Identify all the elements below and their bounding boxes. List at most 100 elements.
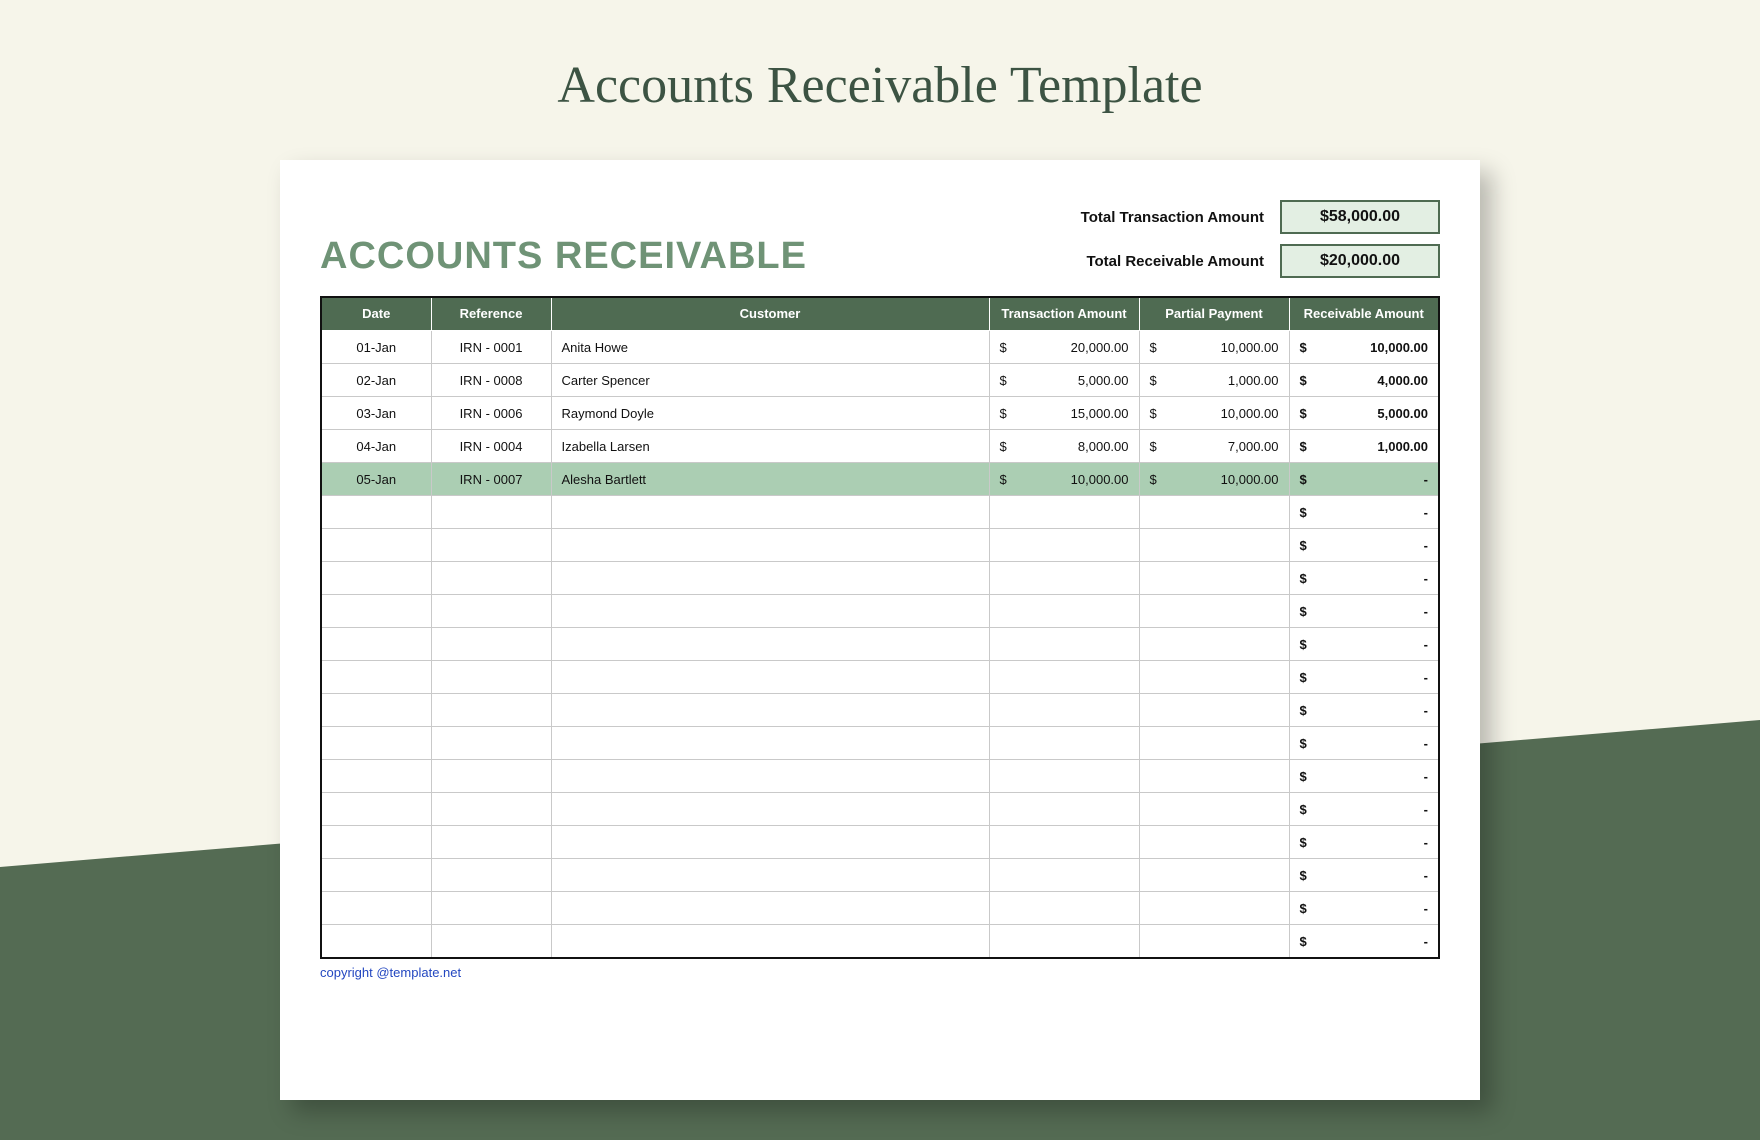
table-row-empty: $-	[321, 694, 1439, 727]
col-partial: Partial Payment	[1139, 297, 1289, 331]
col-transaction: Transaction Amount	[989, 297, 1139, 331]
money-cell: $-	[1289, 694, 1439, 727]
money-cell: $10,000.00	[1139, 331, 1289, 364]
table-row: 04-JanIRN - 0004Izabella Larsen$8,000.00…	[321, 430, 1439, 463]
document-title: ACCOUNTS RECEIVABLE	[320, 235, 1024, 278]
money-cell: $10,000.00	[1139, 463, 1289, 496]
money-cell: $5,000.00	[1289, 397, 1439, 430]
empty-cell	[321, 859, 431, 892]
empty-cell	[551, 694, 989, 727]
table-row-empty: $-	[321, 925, 1439, 958]
money-cell: $10,000.00	[1139, 397, 1289, 430]
table-row: 02-JanIRN - 0008Carter Spencer$5,000.00$…	[321, 364, 1439, 397]
money-cell: $-	[1289, 628, 1439, 661]
money-cell	[1139, 529, 1289, 562]
empty-cell	[431, 793, 551, 826]
empty-cell	[321, 496, 431, 529]
empty-cell	[321, 595, 431, 628]
money-cell	[1139, 760, 1289, 793]
empty-cell	[551, 859, 989, 892]
table-row-empty: $-	[321, 529, 1439, 562]
cell-date: 04-Jan	[321, 430, 431, 463]
money-cell: $4,000.00	[1289, 364, 1439, 397]
money-cell: $20,000.00	[989, 331, 1139, 364]
money-cell	[989, 628, 1139, 661]
table-row-empty: $-	[321, 595, 1439, 628]
header: ACCOUNTS RECEIVABLE Total Transaction Am…	[320, 200, 1440, 278]
empty-cell	[321, 529, 431, 562]
money-cell	[1139, 628, 1289, 661]
cell-date: 03-Jan	[321, 397, 431, 430]
empty-cell	[431, 826, 551, 859]
money-cell	[1139, 892, 1289, 925]
empty-cell	[551, 760, 989, 793]
money-cell	[989, 760, 1139, 793]
money-cell	[1139, 496, 1289, 529]
empty-cell	[551, 925, 989, 958]
money-cell: $15,000.00	[989, 397, 1139, 430]
table-row-empty: $-	[321, 496, 1439, 529]
total-receivable-label: Total Receivable Amount	[1044, 253, 1264, 270]
money-cell: $-	[1289, 826, 1439, 859]
empty-cell	[321, 661, 431, 694]
empty-cell	[551, 826, 989, 859]
money-cell	[989, 925, 1139, 958]
cell-reference: IRN - 0001	[431, 331, 551, 364]
money-cell	[1139, 826, 1289, 859]
money-cell: $8,000.00	[989, 430, 1139, 463]
money-cell	[1139, 859, 1289, 892]
empty-cell	[321, 793, 431, 826]
empty-cell	[321, 562, 431, 595]
money-cell	[1139, 562, 1289, 595]
total-transaction-row: Total Transaction Amount $58,000.00	[1044, 200, 1440, 234]
table-row: 01-JanIRN - 0001Anita Howe$20,000.00$10,…	[321, 331, 1439, 364]
empty-cell	[551, 562, 989, 595]
table-row-empty: $-	[321, 760, 1439, 793]
total-receivable-row: Total Receivable Amount $20,000.00	[1044, 244, 1440, 278]
money-cell: $1,000.00	[1289, 430, 1439, 463]
money-cell	[989, 859, 1139, 892]
table-row-empty: $-	[321, 826, 1439, 859]
money-cell: $5,000.00	[989, 364, 1139, 397]
money-cell: $-	[1289, 793, 1439, 826]
cell-reference: IRN - 0007	[431, 463, 551, 496]
money-cell: $-	[1289, 727, 1439, 760]
money-cell: $10,000.00	[989, 463, 1139, 496]
empty-cell	[431, 661, 551, 694]
empty-cell	[551, 892, 989, 925]
empty-cell	[431, 760, 551, 793]
empty-cell	[431, 496, 551, 529]
document-card: ACCOUNTS RECEIVABLE Total Transaction Am…	[280, 160, 1480, 1100]
table-row-empty: $-	[321, 892, 1439, 925]
money-cell	[1139, 727, 1289, 760]
table-body: 01-JanIRN - 0001Anita Howe$20,000.00$10,…	[321, 331, 1439, 958]
empty-cell	[431, 694, 551, 727]
cell-reference: IRN - 0008	[431, 364, 551, 397]
empty-cell	[321, 694, 431, 727]
col-customer: Customer	[551, 297, 989, 331]
money-cell	[989, 892, 1139, 925]
money-cell: $-	[1289, 529, 1439, 562]
money-cell	[989, 826, 1139, 859]
empty-cell	[431, 595, 551, 628]
col-date: Date	[321, 297, 431, 331]
empty-cell	[551, 793, 989, 826]
money-cell	[989, 694, 1139, 727]
total-receivable-value: $20,000.00	[1280, 244, 1440, 278]
money-cell: $-	[1289, 562, 1439, 595]
money-cell	[1139, 661, 1289, 694]
empty-cell	[321, 925, 431, 958]
accounts-table: Date Reference Customer Transaction Amou…	[320, 296, 1440, 959]
table-row-empty: $-	[321, 562, 1439, 595]
empty-cell	[431, 859, 551, 892]
money-cell: $-	[1289, 925, 1439, 958]
copyright: copyright @template.net	[320, 965, 1440, 980]
cell-date: 01-Jan	[321, 331, 431, 364]
empty-cell	[321, 826, 431, 859]
money-cell: $-	[1289, 496, 1439, 529]
empty-cell	[431, 529, 551, 562]
money-cell	[1139, 793, 1289, 826]
empty-cell	[551, 595, 989, 628]
money-cell	[989, 595, 1139, 628]
cell-date: 02-Jan	[321, 364, 431, 397]
